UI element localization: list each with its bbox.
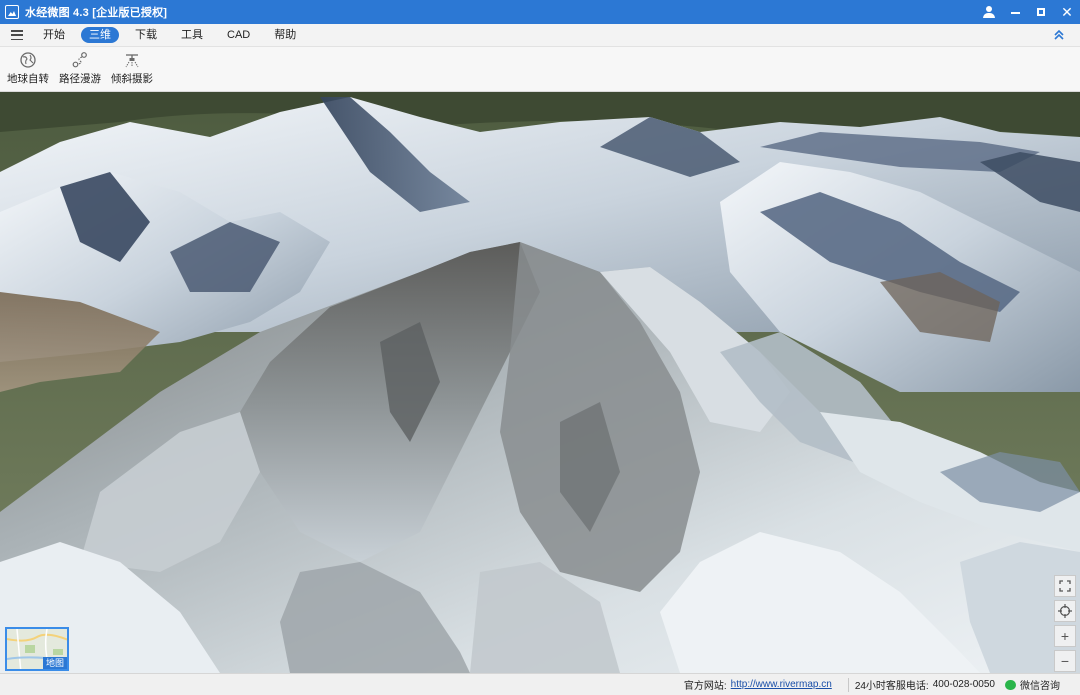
status-divider xyxy=(847,677,849,692)
fullscreen-icon xyxy=(1059,580,1071,592)
app-logo-icon xyxy=(5,5,19,19)
close-button[interactable]: ✕ xyxy=(1054,0,1080,24)
fullscreen-button[interactable] xyxy=(1054,575,1076,597)
3d-terrain-view[interactable]: + − 地图 xyxy=(0,92,1080,673)
user-button[interactable] xyxy=(976,0,1002,24)
earth-rotation-label: 地球自转 xyxy=(7,73,49,85)
hamburger-menu-icon[interactable] xyxy=(11,30,23,40)
wechat-consult-link[interactable]: 微信咨询 xyxy=(1020,677,1060,692)
collapse-ribbon-icon[interactable] xyxy=(1052,28,1066,42)
earth-rotation-button[interactable]: 地球自转 xyxy=(7,47,49,86)
window-title: 水经微图 4.3 [企业版已授权] xyxy=(25,7,168,19)
path-roaming-button[interactable]: 路径漫游 xyxy=(59,47,101,86)
maximize-icon xyxy=(1037,8,1045,16)
menu-bar: 开始 三维 下载 工具 CAD 帮助 xyxy=(0,24,1080,47)
title-bar: 水经微图 4.3 [企业版已授权] ✕ xyxy=(0,0,1080,24)
window-controls: ✕ xyxy=(976,0,1080,24)
drone-icon xyxy=(125,54,139,68)
oblique-photography-button[interactable]: 倾斜摄影 xyxy=(111,47,153,86)
user-icon xyxy=(983,6,995,18)
map-navigation-controls: + − xyxy=(1054,575,1076,672)
phone-label: 24小时客服电话: xyxy=(854,681,929,692)
ribbon-toolbar: 地球自转 路径漫游 倾斜摄影 xyxy=(0,47,1080,92)
tab-cad[interactable]: CAD xyxy=(219,27,258,43)
website-link[interactable]: http://www.rivermap.cn xyxy=(731,679,832,690)
minimize-button[interactable] xyxy=(1002,0,1028,24)
website-label: 官方网站: xyxy=(683,681,727,692)
tab-download[interactable]: 下载 xyxy=(127,27,165,43)
tab-help[interactable]: 帮助 xyxy=(266,27,304,43)
minimap-label: 地图 xyxy=(42,657,67,669)
status-bar: 官方网站: http://www.rivermap.cn 24小时客服电话: 4… xyxy=(0,673,1080,695)
minimize-icon xyxy=(1010,12,1020,14)
zoom-out-button[interactable]: − xyxy=(1054,650,1076,672)
close-icon: ✕ xyxy=(1061,4,1073,20)
wechat-icon xyxy=(1005,679,1016,690)
oblique-photography-label: 倾斜摄影 xyxy=(111,73,153,85)
route-icon xyxy=(72,52,87,68)
minimap[interactable]: 地图 xyxy=(5,627,69,671)
tab-start[interactable]: 开始 xyxy=(35,27,73,43)
maximize-button[interactable] xyxy=(1028,0,1054,24)
tab-3d[interactable]: 三维 xyxy=(81,27,119,43)
locate-button[interactable] xyxy=(1054,600,1076,622)
phone-number: 400-028-0050 xyxy=(932,679,995,690)
zoom-in-button[interactable]: + xyxy=(1054,625,1076,647)
path-roaming-label: 路径漫游 xyxy=(59,73,101,85)
globe-icon xyxy=(20,52,36,68)
terrain-rendering xyxy=(0,92,1080,673)
crosshair-icon xyxy=(1058,604,1072,618)
tab-tools[interactable]: 工具 xyxy=(173,27,211,43)
